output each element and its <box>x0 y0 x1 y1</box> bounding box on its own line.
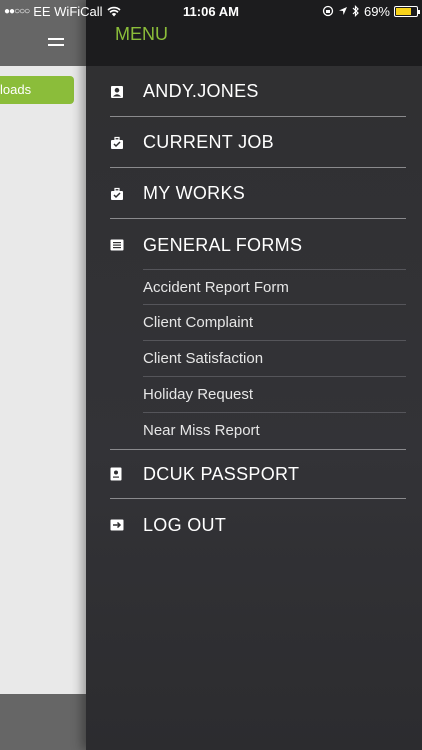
menu-item-dcuk-passport[interactable]: DCUK PASSPORT <box>110 449 406 499</box>
menu-item-label: MY WORKS <box>143 183 246 203</box>
rotation-lock-icon <box>322 5 334 17</box>
menu-item-label: CURRENT JOB <box>143 132 274 152</box>
menu-item-label: ANDY.JONES <box>143 81 259 101</box>
form-item-client-satisfaction[interactable]: Client Satisfaction <box>143 341 406 377</box>
briefcase-icon <box>110 136 143 150</box>
menu-item-label: GENERAL FORMS <box>143 234 303 255</box>
menu-item-current-job[interactable]: CURRENT JOB <box>110 118 406 168</box>
side-menu-drawer: MENU ANDY.JONES CURRENT JOB MY WORKS GEN… <box>86 0 422 750</box>
menu-item-log-out[interactable]: LOG OUT <box>110 500 406 550</box>
form-item-near-miss-report[interactable]: Near Miss Report <box>143 412 406 448</box>
passport-icon <box>110 467 143 481</box>
menu-item-label: DCUK PASSPORT <box>143 463 300 484</box>
menu-item-label: LOG OUT <box>143 514 227 535</box>
menu-item-my-works[interactable]: MY WORKS <box>110 169 406 219</box>
logout-icon <box>110 519 143 531</box>
user-icon <box>110 85 143 99</box>
forms-icon <box>110 239 143 251</box>
app-footer <box>0 694 86 750</box>
menu-title: MENU <box>115 24 168 44</box>
form-item-holiday-request[interactable]: Holiday Request <box>143 377 406 413</box>
hamburger-icon[interactable] <box>48 38 64 50</box>
battery-icon <box>394 5 420 17</box>
menu-item-profile[interactable]: ANDY.JONES <box>110 67 406 117</box>
signal-icon: ●●○○○ <box>4 5 30 17</box>
downloads-button[interactable]: loads <box>0 76 74 104</box>
bluetooth-icon <box>352 5 359 17</box>
location-icon <box>338 7 347 15</box>
status-bar: ●●○○○ EE WiFiCall 11:06 AM 69% <box>0 0 422 22</box>
briefcase-icon <box>110 187 143 201</box>
form-item-client-complaint[interactable]: Client Complaint <box>143 305 406 341</box>
battery-percent: 69% <box>363 3 390 19</box>
wifi-icon <box>106 6 121 16</box>
menu-item-general-forms[interactable]: GENERAL FORMS <box>110 220 406 270</box>
form-item-accident-report[interactable]: Accident Report Form <box>143 269 406 305</box>
carrier-label: EE WiFiCall <box>33 3 103 19</box>
